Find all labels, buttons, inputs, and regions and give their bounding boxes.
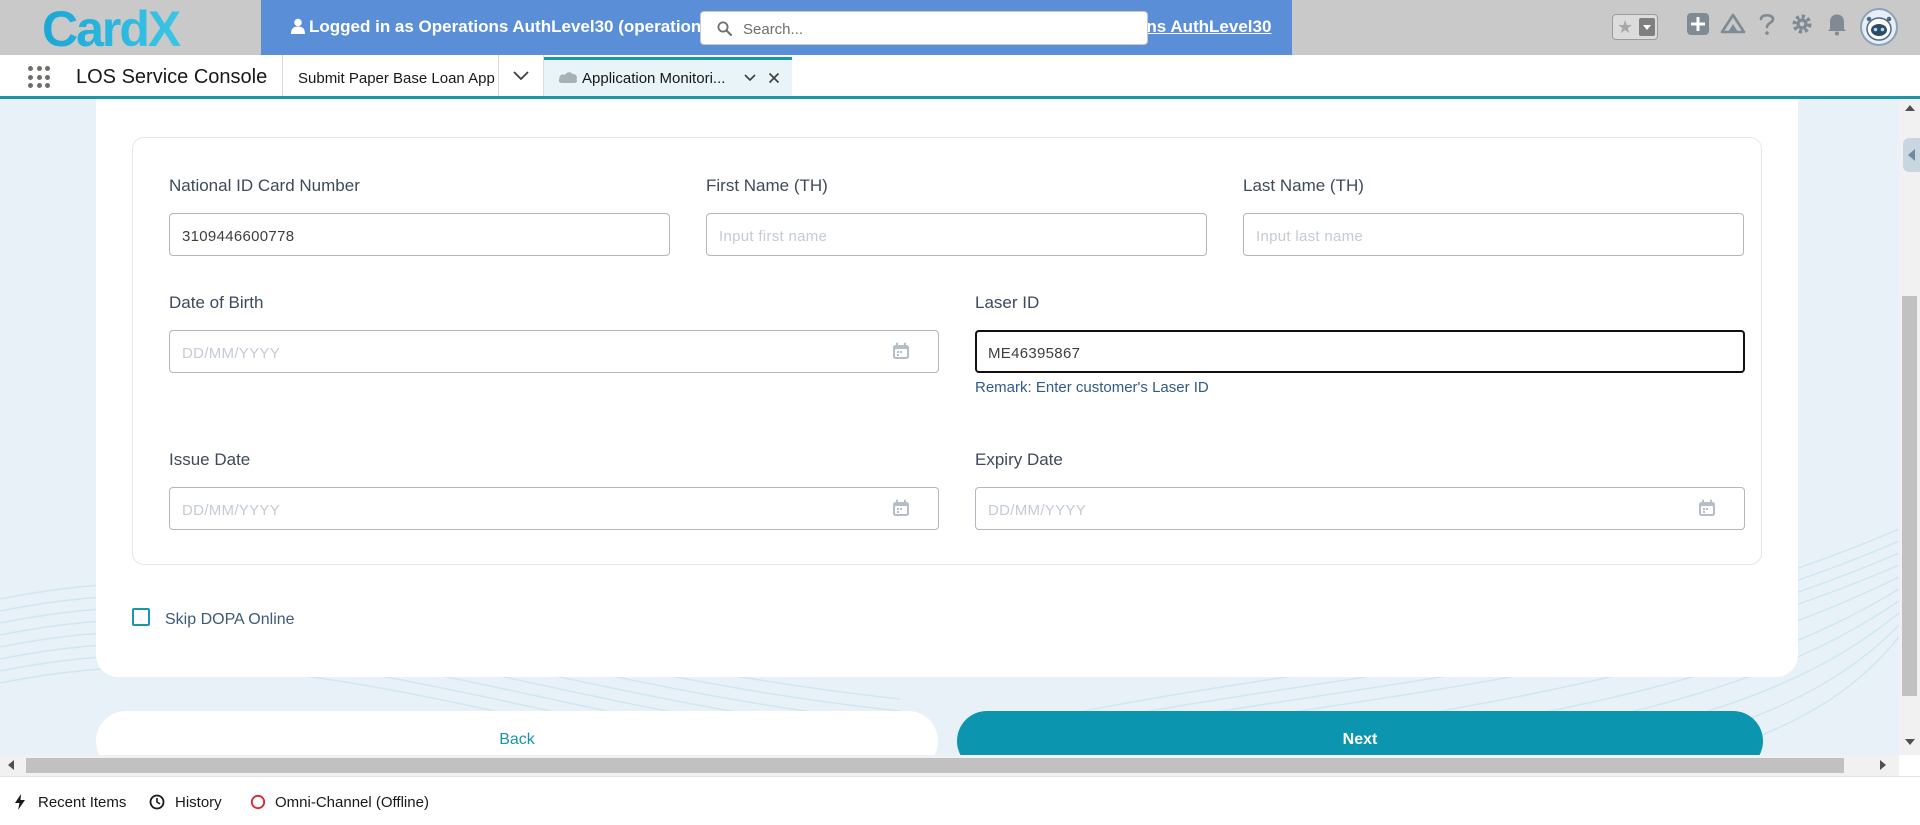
national-id-label: National ID Card Number: [169, 176, 360, 195]
favorites-button[interactable]: ★: [1612, 14, 1658, 40]
search-icon: [717, 21, 732, 36]
dob-field[interactable]: [169, 330, 939, 373]
utility-recent-items[interactable]: Recent Items: [38, 794, 126, 811]
tab-application-monitoring[interactable]: Application Monitori...: [544, 57, 792, 96]
laser-id-input[interactable]: [986, 341, 1680, 365]
dob-input[interactable]: [180, 341, 876, 365]
add-icon[interactable]: [1686, 12, 1710, 36]
national-id-field[interactable]: [169, 213, 670, 256]
help-icon[interactable]: [1758, 12, 1776, 36]
issue-date-input[interactable]: [180, 498, 876, 522]
avatar-robot-icon: [1866, 16, 1892, 41]
horizontal-scrollbar[interactable]: [0, 755, 1899, 776]
notification-bell-icon[interactable]: [1826, 12, 1848, 36]
utility-bar: Recent Items History Omni-Channel (Offli…: [0, 776, 1920, 825]
horizontal-scroll-thumb[interactable]: [26, 758, 1844, 773]
issue-date-field[interactable]: [169, 487, 939, 530]
id-card-form-section: National ID Card Number First Name (TH) …: [132, 137, 1762, 565]
calendar-icon[interactable]: [892, 342, 910, 360]
scroll-left-arrow-icon[interactable]: [8, 760, 14, 770]
utility-history[interactable]: History: [175, 794, 222, 811]
last-name-input[interactable]: [1254, 224, 1708, 248]
customer-form-card: National ID Card Number First Name (TH) …: [96, 99, 1798, 677]
back-button-label: Back: [499, 731, 535, 748]
vertical-scrollbar[interactable]: [1899, 99, 1920, 755]
calendar-icon[interactable]: [892, 499, 910, 517]
tab-label: Application Monitori...: [582, 70, 726, 87]
favorites-list-chevron-icon[interactable]: [1639, 18, 1655, 36]
omni-channel-status-icon[interactable]: [250, 794, 266, 810]
expiry-date-label: Expiry Date: [975, 450, 1063, 469]
next-button[interactable]: Next: [957, 711, 1763, 755]
cardx-logo: CardX: [42, 4, 183, 52]
side-panel-toggle[interactable]: [1903, 138, 1920, 172]
laser-id-field[interactable]: [975, 330, 1745, 373]
laser-id-remark: Remark: Enter customer's Laser ID: [975, 379, 1209, 396]
scroll-down-arrow-icon[interactable]: [1905, 739, 1915, 745]
cloud-icon: [558, 72, 578, 83]
tab-actions-chevron-down-icon[interactable]: [743, 72, 757, 84]
back-button[interactable]: Back: [96, 711, 938, 755]
dob-label: Date of Birth: [169, 293, 264, 312]
global-header: CardX Logged in as Operations AuthLevel3…: [0, 0, 1920, 55]
user-icon: [291, 18, 305, 34]
trailhead-icon[interactable]: [1720, 12, 1746, 36]
scroll-up-arrow-icon[interactable]: [1905, 105, 1915, 111]
last-name-field[interactable]: [1243, 213, 1744, 256]
calendar-icon[interactable]: [1698, 499, 1716, 517]
app-launcher-icon[interactable]: [28, 66, 50, 88]
first-name-label: First Name (TH): [706, 176, 828, 195]
setup-gear-icon[interactable]: [1790, 12, 1814, 36]
skip-dopa-label[interactable]: Skip DOPA Online: [165, 611, 295, 629]
tab-separator: [282, 55, 283, 96]
national-id-input[interactable]: [180, 224, 634, 248]
first-name-input[interactable]: [717, 224, 1171, 248]
app-name: LOS Service Console: [76, 66, 268, 88]
favorites-star-icon[interactable]: ★: [1617, 17, 1633, 37]
user-avatar[interactable]: [1860, 8, 1898, 46]
lightning-bolt-icon[interactable]: [14, 794, 26, 810]
main-content: National ID Card Number First Name (TH) …: [0, 99, 1899, 755]
tab-submit-paper-base-loan-app[interactable]: Submit Paper Base Loan App: [298, 70, 495, 87]
expiry-date-input[interactable]: [986, 498, 1682, 522]
search-input[interactable]: [741, 17, 1135, 41]
impersonation-text: Logged in as Operations AuthLevel30 (ope…: [309, 17, 711, 36]
close-tab-icon[interactable]: [768, 72, 780, 84]
first-name-field[interactable]: [706, 213, 1207, 256]
logo-text: CardX: [42, 4, 181, 52]
history-clock-icon[interactable]: [149, 794, 165, 810]
laser-id-label: Laser ID: [975, 293, 1040, 312]
global-search[interactable]: [700, 11, 1148, 45]
nav-menu-chevron-down-icon[interactable]: [512, 67, 530, 83]
tab-separator: [498, 55, 499, 96]
issue-date-label: Issue Date: [169, 450, 251, 469]
last-name-label: Last Name (TH): [1243, 176, 1364, 195]
expiry-date-field[interactable]: [975, 487, 1745, 530]
impersonation-logout-link[interactable]: ons AuthLevel30: [1136, 17, 1271, 37]
scroll-right-arrow-icon[interactable]: [1880, 760, 1886, 770]
console-tab-bar: LOS Service Console Submit Paper Base Lo…: [0, 55, 1920, 99]
impersonation-text-wrap: Logged in as Operations AuthLevel30 (ope…: [291, 17, 711, 37]
vertical-scroll-thumb[interactable]: [1902, 296, 1917, 696]
skip-dopa-checkbox[interactable]: [132, 608, 150, 626]
utility-omni-channel[interactable]: Omni-Channel (Offline): [275, 794, 429, 811]
next-button-label: Next: [1342, 731, 1378, 748]
